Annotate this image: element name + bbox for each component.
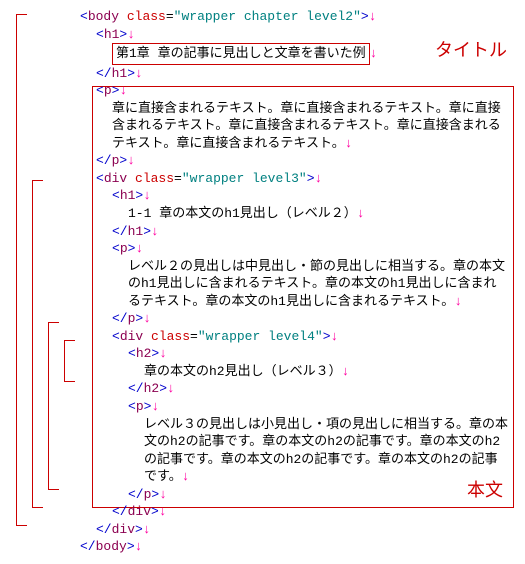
line-p3-open: <p>↓ <box>80 398 509 416</box>
nest-bar-div3 <box>32 180 43 508</box>
line-p3-close: </p>↓ <box>80 486 509 504</box>
line-h1-close: </h1>↓ <box>80 65 509 83</box>
line-h1b-open: <h1>↓ <box>80 187 509 205</box>
line-h2-close: </h2>↓ <box>80 380 509 398</box>
line-p3-text: レベル３の見出しは小見出し・項の見出しに相当する。章の本文のh2の記事です。章の… <box>80 416 509 486</box>
line-h1b-text: 1-1 章の本文のh1見出し（レベル２）↓ <box>80 205 509 223</box>
title-label: タイトル <box>435 40 507 64</box>
line-h2-text: 章の本文のh2見出し（レベル３）↓ <box>80 363 509 381</box>
line-p1-open: <p>↓ <box>80 82 509 100</box>
line-h2-open: <h2>↓ <box>80 345 509 363</box>
code-view: <body class="wrapper chapter level2">↓ <… <box>8 8 517 556</box>
line-p1-text: 章に直接含まれるテキスト。章に直接含まれるテキスト。章に直接含まれるテキスト。章… <box>80 100 509 153</box>
line-p2-open: <p>↓ <box>80 240 509 258</box>
body-label: 本文 <box>467 480 503 504</box>
line-div4-open: <div class="wrapper level4">↓ <box>80 328 509 346</box>
nest-bar-body <box>16 14 27 526</box>
line-body-open: <body class="wrapper chapter level2">↓ <box>80 8 509 26</box>
line-body-close: </body>↓ <box>80 538 509 556</box>
line-div4-close: </div>↓ <box>80 503 509 521</box>
nest-bar-h2 <box>64 340 75 382</box>
line-p2-text: レベル２の見出しは中見出し・節の見出しに相当する。章の本文のh1見出しに含まれる… <box>80 258 509 311</box>
line-div3-open: <div class="wrapper level3">↓ <box>80 170 509 188</box>
line-p1-close: </p>↓ <box>80 152 509 170</box>
nest-bar-div4 <box>48 322 59 490</box>
line-p2-close: </p>↓ <box>80 310 509 328</box>
line-h1b-close: </h1>↓ <box>80 223 509 241</box>
